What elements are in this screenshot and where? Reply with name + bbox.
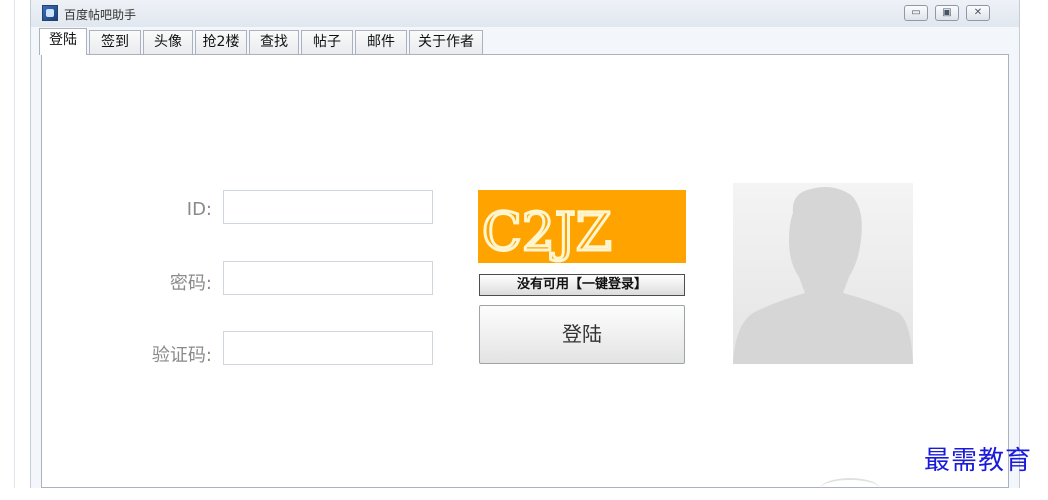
captcha-label: 验证码: (151, 345, 212, 366)
app-icon (42, 5, 58, 21)
tab-grab-second-floor[interactable]: 抢2楼 (195, 30, 247, 54)
decorative-arc (820, 478, 880, 500)
login-panel: ID: 密码: 验证码: C2JZ 没有可用【一键登录】 登陆 (41, 54, 1009, 488)
id-label: ID: (186, 199, 212, 220)
password-input[interactable] (223, 261, 433, 295)
default-avatar-icon (733, 183, 913, 364)
app-window: 百度帖吧助手 ▭ ▣ ✕ 登陆 签到 头像 抢2楼 查找 帖子 邮件 关于作者 … (30, 0, 1020, 488)
maximize-button[interactable]: ▣ (935, 5, 959, 21)
tab-search[interactable]: 查找 (249, 30, 299, 54)
watermark-text: 最需教育 (924, 446, 1033, 476)
tab-checkin[interactable]: 签到 (89, 30, 141, 54)
window-title: 百度帖吧助手 (64, 8, 137, 22)
id-input[interactable] (223, 190, 433, 224)
minimize-icon: ▭ (911, 7, 921, 18)
tab-bar: 登陆 签到 头像 抢2楼 查找 帖子 邮件 关于作者 (39, 28, 1011, 55)
password-label: 密码: (169, 273, 212, 294)
captcha-glyphs: C2JZ (481, 202, 614, 264)
tab-about-author[interactable]: 关于作者 (409, 30, 483, 54)
tab-posts[interactable]: 帖子 (301, 30, 353, 54)
captcha-text: C2JZ (482, 203, 612, 263)
titlebar[interactable]: 百度帖吧助手 ▭ ▣ ✕ (31, 0, 1019, 27)
captcha-image[interactable]: C2JZ (478, 190, 686, 263)
close-icon: ✕ (973, 7, 983, 18)
tab-avatar[interactable]: 头像 (143, 30, 193, 54)
tab-login[interactable]: 登陆 (39, 28, 87, 55)
tab-mail[interactable]: 邮件 (355, 30, 407, 54)
left-edge-strip (0, 0, 15, 488)
minimize-button[interactable]: ▭ (904, 5, 928, 21)
captcha-input[interactable] (223, 331, 433, 365)
login-button[interactable]: 登陆 (479, 305, 685, 364)
maximize-icon: ▣ (942, 7, 952, 18)
no-available-one-click-login-button[interactable]: 没有可用【一键登录】 (479, 274, 685, 296)
close-button[interactable]: ✕ (966, 5, 990, 21)
